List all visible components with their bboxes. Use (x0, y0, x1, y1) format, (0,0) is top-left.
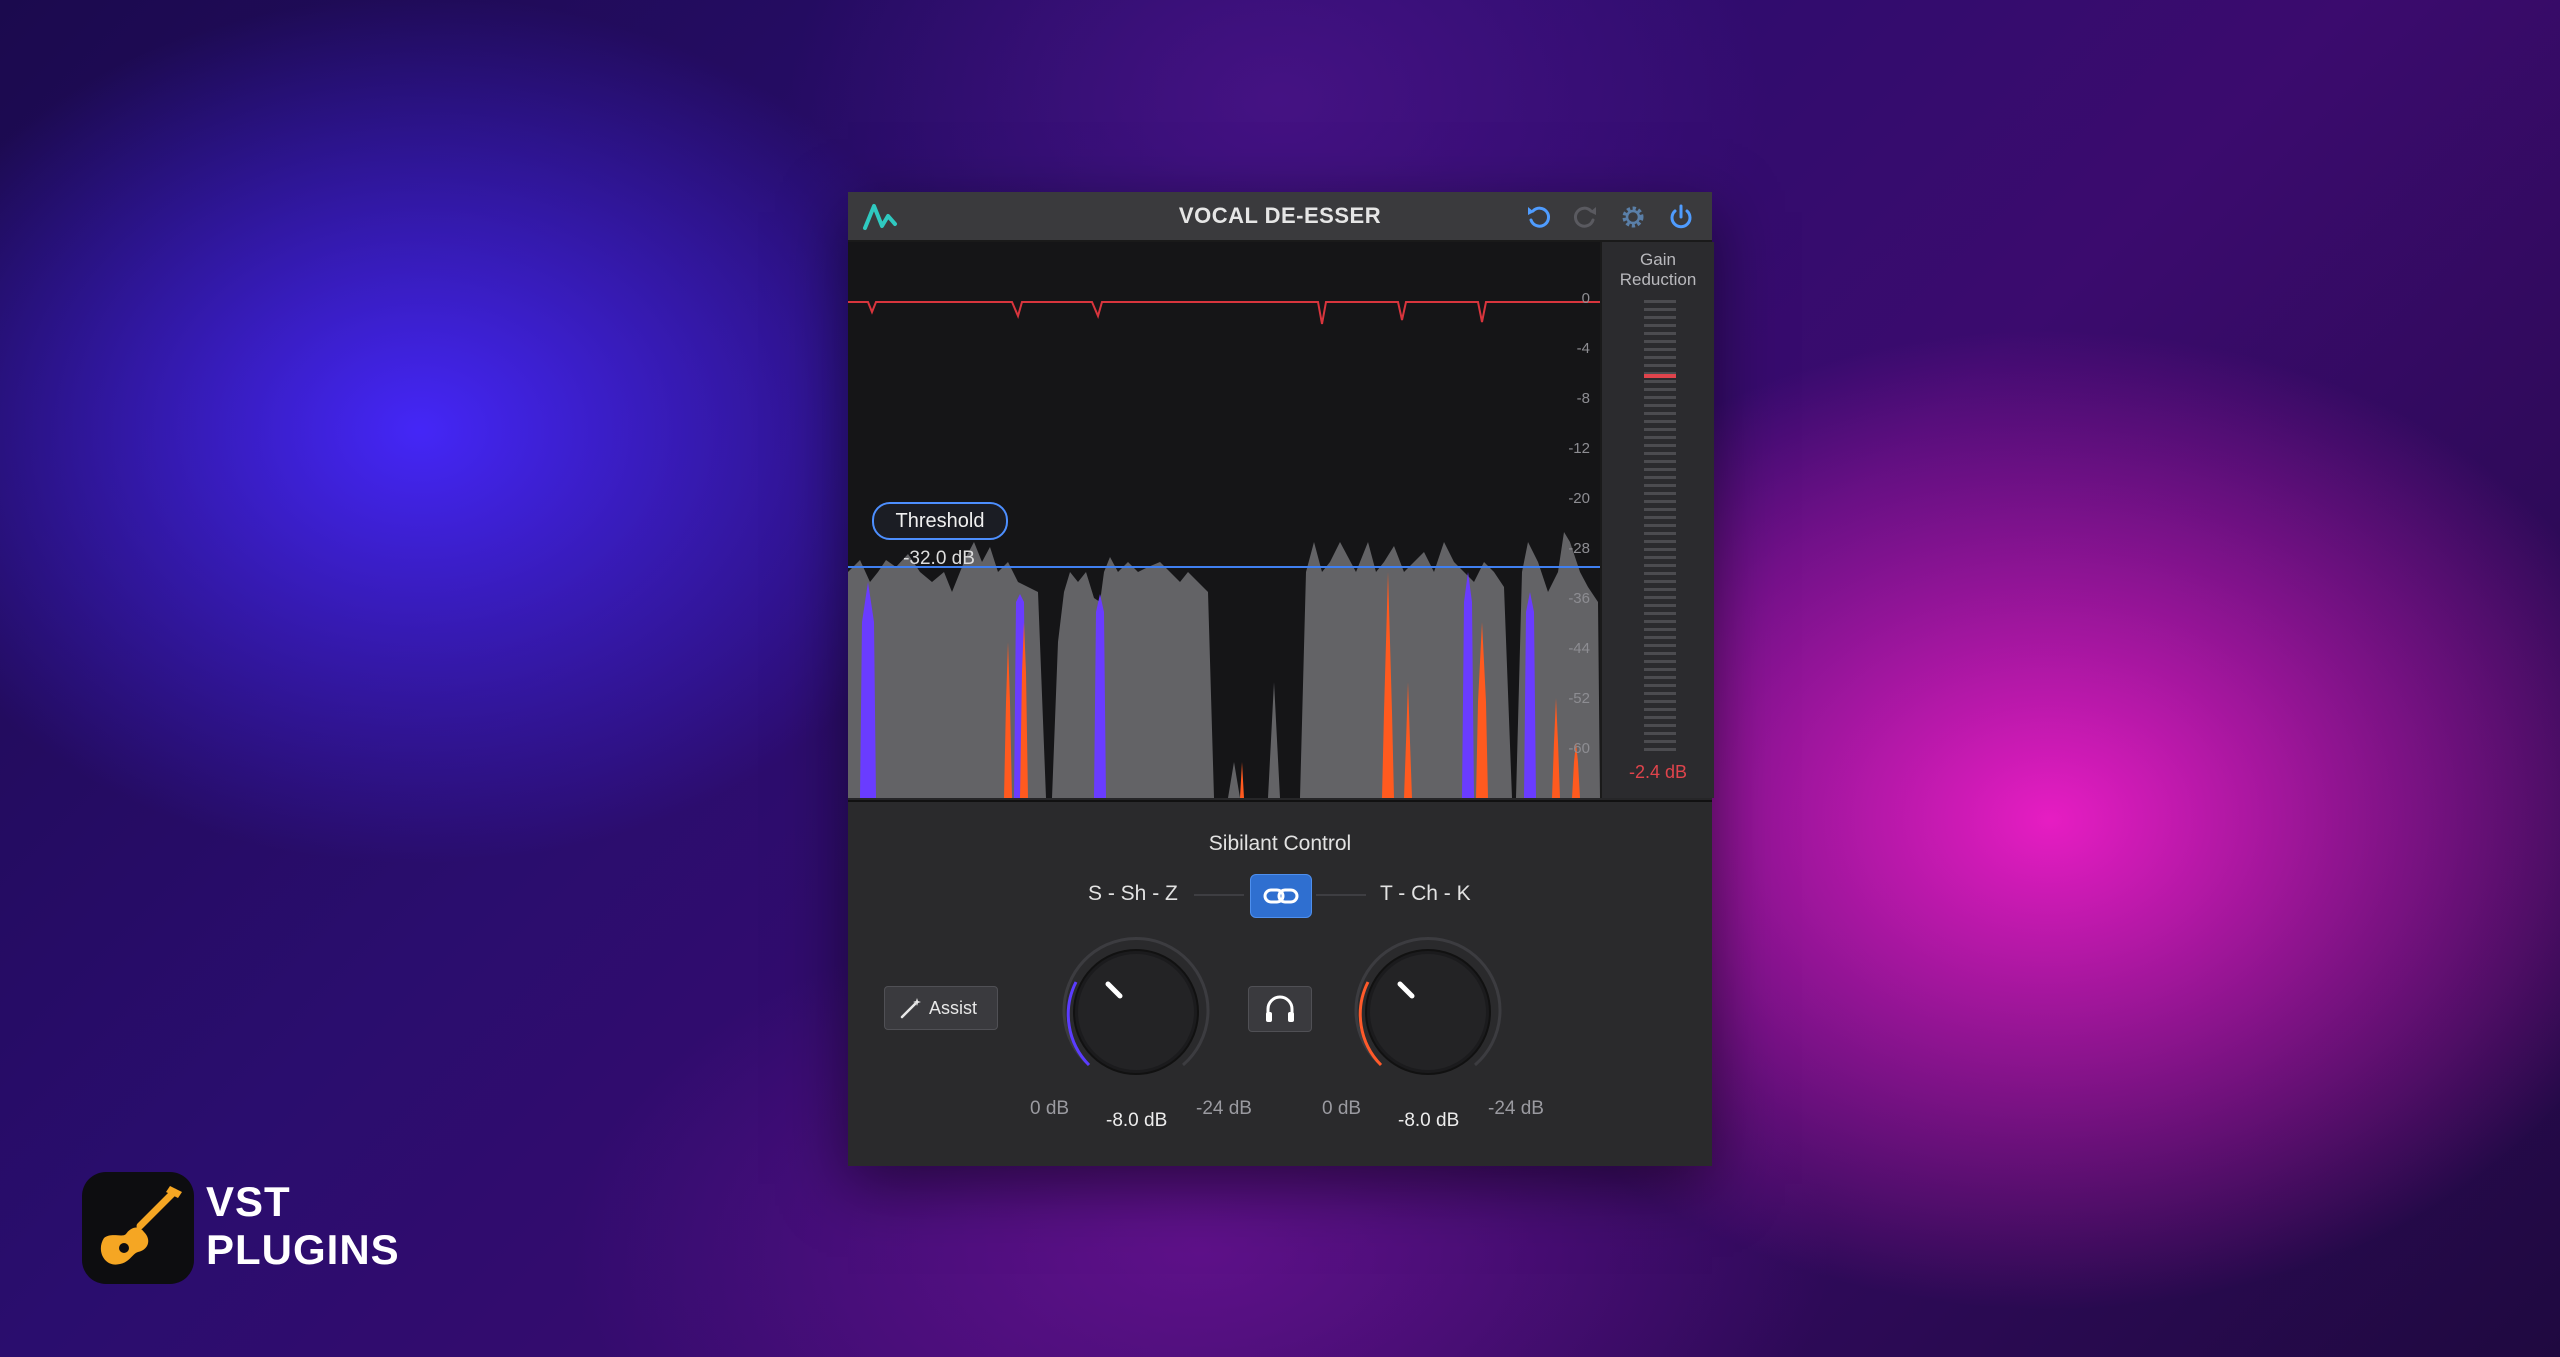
gain-reduction-panel: Gain Reduction -2.4 dB (1600, 242, 1714, 798)
power-icon[interactable] (1666, 202, 1696, 232)
scale-label: -28 (1568, 540, 1590, 557)
gain-reduction-curve (848, 301, 1600, 325)
scale-label: -8 (1576, 390, 1590, 407)
knob-left-max: -24 dB (1196, 1098, 1252, 1119)
guitar-icon (100, 1186, 182, 1265)
sibilant-control-title: Sibilant Control (1208, 832, 1352, 855)
brand-logo (82, 1172, 194, 1284)
spectrum-analyzer[interactable]: 0 -4 -8 -12 -20 -28 -36 -44 -52 -60 Thre… (848, 242, 1600, 798)
assist-label: Assist (929, 998, 978, 1018)
scale-label: -60 (1568, 740, 1590, 757)
headphones-icon (1266, 995, 1294, 1022)
spectrum-fill (848, 532, 1600, 798)
scale-label: -12 (1568, 440, 1590, 457)
band-right-label: T - Ch - K (1380, 882, 1471, 905)
scale-label: 0 (1581, 290, 1590, 307)
band-left-label: S - Sh - Z (1088, 882, 1178, 905)
gain-reduction-title-line2: Reduction (1619, 270, 1697, 289)
brand-line2: PLUGINS (206, 1226, 400, 1273)
brand-line1: VST (206, 1178, 291, 1225)
connector-line (1194, 894, 1244, 896)
gain-reduction-level-mark (1644, 374, 1676, 378)
assist-button[interactable]: Assist (884, 986, 998, 1030)
redo-icon[interactable] (1570, 202, 1600, 232)
scale-label: -52 (1568, 690, 1590, 707)
knob-right-max: -24 dB (1488, 1098, 1544, 1119)
gain-reduction-meter (1644, 300, 1676, 756)
title-bar: VOCAL DE-ESSER (848, 192, 1712, 242)
knob-t-ch-k[interactable] (1328, 912, 1528, 1112)
gain-reduction-value: -2.4 dB (1628, 762, 1688, 782)
knob-dial (1354, 936, 1502, 1075)
knob-left-min: 0 dB (1030, 1098, 1070, 1119)
sibilant-controls: Sibilant Control S - Sh - Z T - Ch - K A… (848, 800, 1712, 1166)
scale-label: -36 (1568, 590, 1590, 607)
knob-dial (1062, 936, 1210, 1075)
undo-icon[interactable] (1524, 202, 1554, 232)
knob-right-value: -8.0 dB (1398, 1110, 1460, 1131)
gain-reduction-title-line1: Gain (1640, 250, 1676, 269)
threshold-value: -32.0 dB (903, 548, 975, 569)
scale-label: -20 (1568, 490, 1590, 507)
scale-label: -4 (1576, 340, 1590, 357)
knob-right-min: 0 dB (1322, 1098, 1362, 1119)
listen-button[interactable] (1248, 986, 1312, 1032)
connector-line (1316, 894, 1366, 896)
scale-label: -44 (1568, 640, 1590, 657)
gain-reduction-title: Gain Reduction (1602, 250, 1714, 290)
gear-icon[interactable] (1618, 202, 1648, 232)
link-icon (1263, 888, 1299, 904)
magic-wand-icon (900, 998, 921, 1019)
plugin-window: VOCAL DE-ESSER 0 -4 -8 -12 -20 -28 -36 -… (848, 192, 1714, 1166)
knob-s-sh-z[interactable] (1036, 912, 1236, 1112)
threshold-handle[interactable]: Threshold (872, 502, 1008, 540)
link-bands-button[interactable] (1250, 874, 1312, 918)
knob-left-value: -8.0 dB (1106, 1110, 1168, 1131)
